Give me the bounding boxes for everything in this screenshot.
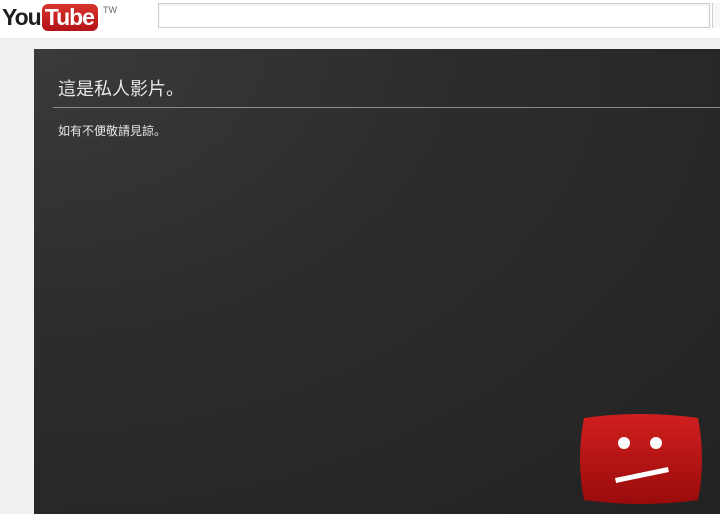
masthead: You Tube TW bbox=[0, 0, 720, 39]
logo-tube-text: Tube bbox=[41, 4, 98, 31]
divider bbox=[53, 107, 720, 108]
logo-region-label: TW bbox=[102, 5, 117, 15]
sad-tv-icon bbox=[580, 414, 702, 504]
logo-you-text: You bbox=[2, 4, 42, 30]
search-button[interactable] bbox=[712, 3, 720, 28]
search-input[interactable] bbox=[158, 3, 710, 28]
youtube-logo[interactable]: You Tube TW bbox=[2, 2, 117, 32]
error-title: 這是私人影片。 bbox=[58, 79, 184, 100]
error-subtitle: 如有不便敬請見諒。 bbox=[58, 124, 167, 138]
